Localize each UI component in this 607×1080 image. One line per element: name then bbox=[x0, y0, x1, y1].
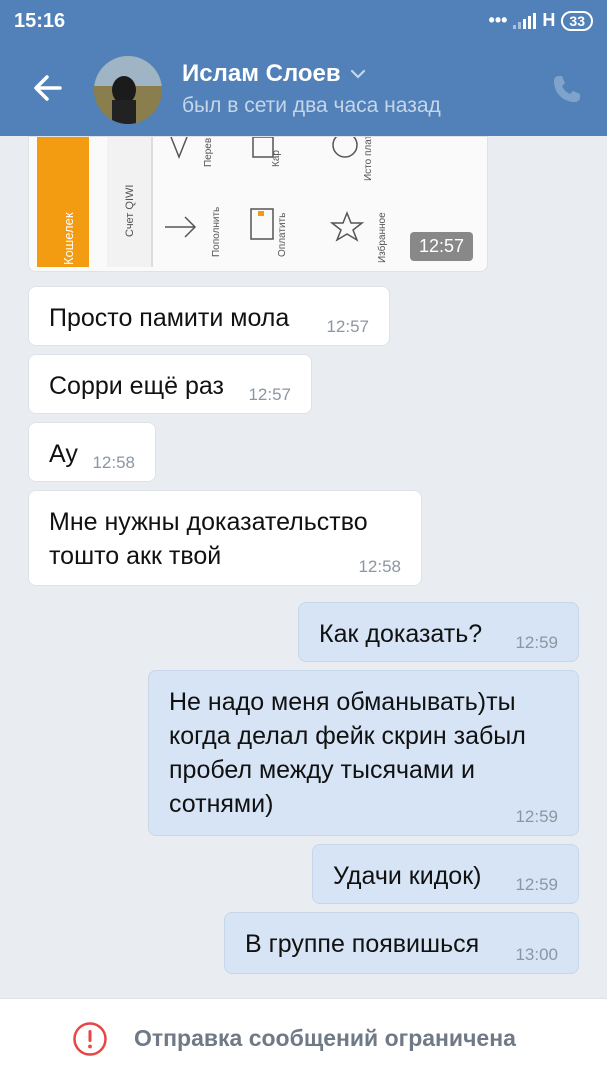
message-text: В группе появишься bbox=[245, 930, 480, 958]
image-label-transfer: Перев bbox=[203, 138, 214, 167]
message-list[interactable]: Кошелек Счет QIWI Перев Пополнить Кар Оп… bbox=[0, 136, 607, 998]
message-text: Сорри ещё раз bbox=[49, 372, 224, 400]
dots-icon: ••• bbox=[488, 10, 508, 30]
outgoing-message[interactable]: Как доказать? 12:59 bbox=[298, 602, 579, 662]
message-time: 12:58 bbox=[92, 453, 135, 472]
chevron-down-icon bbox=[350, 69, 365, 79]
contact-name: Ислам Слоев bbox=[182, 60, 341, 87]
message-text-line: Не надо меня обманывать)ты bbox=[169, 688, 516, 716]
message-text-line: когда делал фейк скрин забыл bbox=[169, 722, 526, 750]
message-time: 12:58 bbox=[358, 557, 401, 576]
incoming-message[interactable]: Просто памити мола 12:57 bbox=[28, 286, 390, 346]
signal-icon bbox=[513, 12, 537, 29]
last-seen-status: был в сети два часа назад bbox=[182, 94, 441, 117]
conversation-header: 15:16 ••• H 33 Ислам Слоев был в сети дв… bbox=[0, 0, 607, 136]
message-text: Как доказать? bbox=[319, 620, 483, 648]
contact-name-row[interactable]: Ислам Слоев bbox=[182, 60, 367, 88]
message-text-line: сотнями) bbox=[169, 790, 274, 818]
message-text-line: тошто акк твой bbox=[49, 542, 222, 570]
network-type: H bbox=[542, 10, 556, 30]
status-time: 15:16 bbox=[14, 10, 66, 32]
message-text-line: пробел между тысячами и bbox=[169, 756, 476, 784]
message-time: 12:57 bbox=[409, 232, 473, 261]
message-time: 13:00 bbox=[515, 945, 558, 964]
image-label-favorites: Избранное bbox=[376, 212, 388, 263]
outgoing-message[interactable]: Удачи кидок) 12:59 bbox=[312, 844, 579, 904]
battery-icon: 33 bbox=[561, 10, 593, 31]
restriction-notice: Отправка сообщений ограничена bbox=[134, 1025, 516, 1051]
message-time: 12:59 bbox=[515, 807, 558, 826]
message-text-line: Мне нужны доказательство bbox=[49, 508, 368, 536]
status-indicators: ••• H 33 bbox=[489, 10, 593, 31]
image-label-topup: Пополнить bbox=[211, 207, 222, 257]
incoming-message[interactable]: Мне нужны доказательство тошто акк твой … bbox=[28, 490, 422, 586]
incoming-message[interactable]: Сорри ещё раз 12:57 bbox=[28, 354, 312, 414]
outgoing-message[interactable]: В группе появишься 13:00 bbox=[224, 912, 579, 974]
back-arrow-icon[interactable] bbox=[30, 70, 66, 106]
outgoing-message[interactable]: Не надо меня обманывать)ты когда делал ф… bbox=[148, 670, 579, 836]
image-label-account: Счет QIWI bbox=[124, 185, 136, 237]
message-time: 12:59 bbox=[515, 875, 558, 894]
message-text: Ау bbox=[49, 440, 78, 468]
image-label-pay: Оплатить bbox=[277, 213, 288, 257]
incoming-message[interactable]: Ау 12:58 bbox=[28, 422, 156, 482]
status-bar: 15:16 ••• H 33 bbox=[0, 0, 607, 44]
message-text: Удачи кидок) bbox=[333, 862, 482, 890]
image-label-wallet: Кошелек bbox=[61, 212, 76, 265]
messaging-restricted-bar: Отправка сообщений ограничена bbox=[0, 998, 607, 1080]
image-attachment[interactable]: Кошелек Счет QIWI Перев Пополнить Кар Оп… bbox=[28, 136, 488, 272]
image-label-history: Исто плате bbox=[363, 137, 374, 181]
message-text: Просто памити мола bbox=[49, 304, 290, 332]
image-label-card: Кар bbox=[271, 150, 282, 167]
message-time: 12:59 bbox=[515, 633, 558, 652]
phone-icon[interactable] bbox=[550, 72, 584, 106]
message-time: 12:57 bbox=[248, 385, 291, 404]
warning-icon bbox=[73, 1022, 107, 1056]
avatar[interactable] bbox=[94, 56, 162, 124]
message-time: 12:57 bbox=[326, 317, 369, 336]
